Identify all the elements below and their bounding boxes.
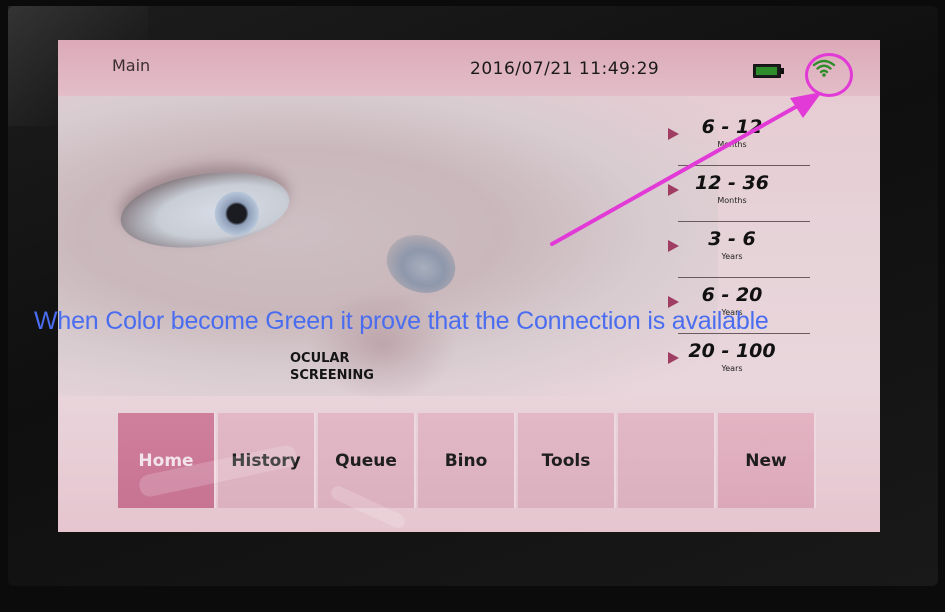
app-brand: OCULAR SCREENING: [290, 350, 374, 384]
age-range-value: 20 - 100: [688, 340, 776, 362]
age-range-value: 6 - 12: [701, 116, 763, 138]
divider: [678, 221, 810, 222]
battery-icon: [753, 64, 784, 78]
status-bar: Main 2016/07/21 11:49:29: [58, 40, 880, 96]
eye-photo: [58, 96, 718, 401]
age-range-item[interactable]: 20 - 100 Years: [658, 336, 880, 390]
left-eye-image: [115, 162, 295, 258]
age-range-value: 3 - 6: [708, 228, 756, 250]
age-range-unit: Months: [717, 140, 747, 149]
play-arrow-icon: [668, 184, 679, 196]
age-range-value: 12 - 36: [695, 172, 769, 194]
play-arrow-icon: [668, 128, 679, 140]
device-screen: Main 2016/07/21 11:49:29 OCULAR SCREENIN…: [58, 40, 880, 532]
nav-tools-button[interactable]: Tools: [518, 413, 616, 508]
age-range-item[interactable]: 3 - 6 Years: [658, 224, 880, 278]
age-range-unit: Months: [717, 196, 747, 205]
brand-line-2: SCREENING: [290, 368, 374, 383]
battery-level: [756, 67, 777, 75]
datetime-display: 2016/07/21 11:49:29: [470, 59, 660, 79]
wifi-highlight-circle: [805, 53, 853, 97]
divider: [678, 165, 810, 166]
play-arrow-icon: [668, 352, 679, 364]
age-range-unit: Years: [721, 364, 743, 373]
age-range-item[interactable]: 6 - 12 Months: [658, 112, 880, 166]
nav-disabled-button[interactable]: [618, 413, 716, 508]
battery-tip: [781, 68, 784, 74]
age-range-unit: Years: [721, 252, 743, 261]
nav-new-button[interactable]: New: [718, 413, 816, 508]
play-arrow-icon: [668, 240, 679, 252]
brand-line-1: OCULAR: [290, 351, 350, 366]
age-range-item[interactable]: 12 - 36 Months: [658, 168, 880, 222]
divider: [678, 277, 810, 278]
nav-home-button[interactable]: Home: [118, 413, 216, 508]
nav-bino-button[interactable]: Bino: [418, 413, 516, 508]
left-iris: [211, 188, 262, 239]
annotation-caption: When Color become Green it prove that th…: [34, 307, 769, 335]
screen-title: Main: [112, 56, 151, 75]
